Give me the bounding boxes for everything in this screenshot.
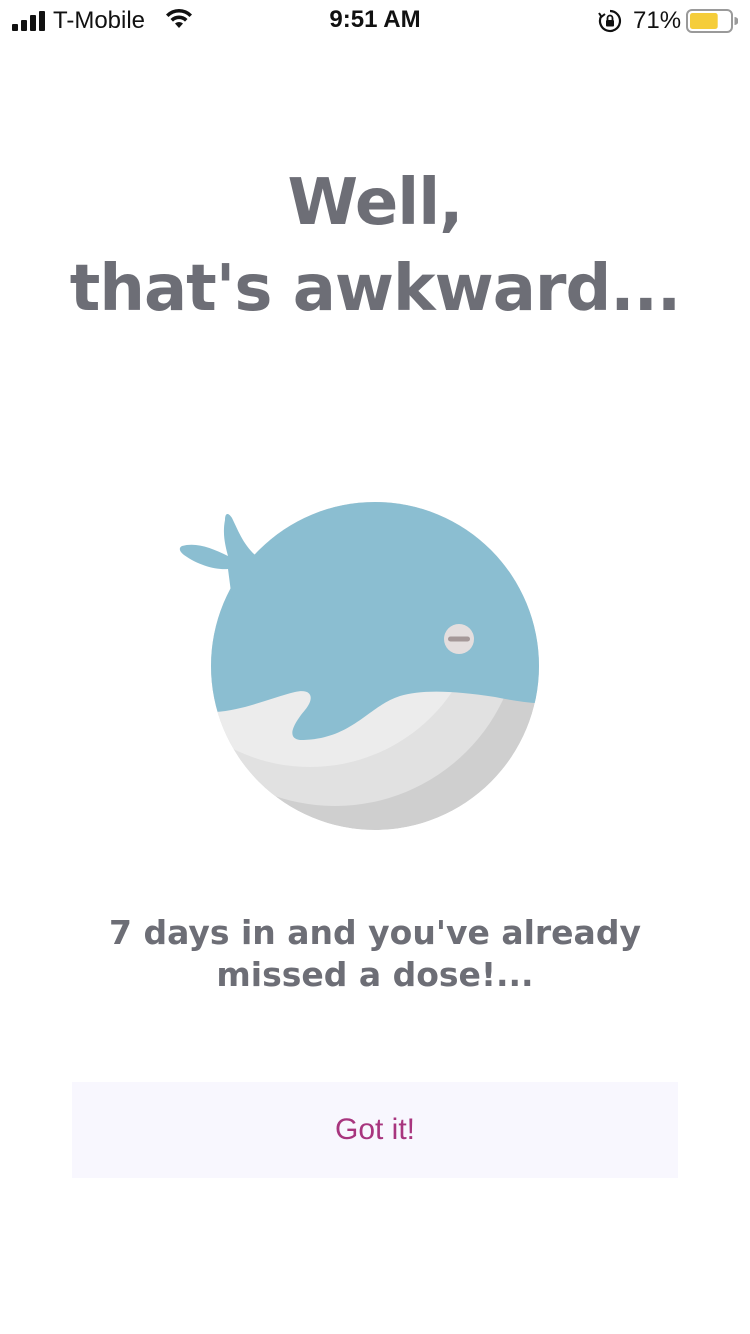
wifi-icon: [166, 8, 192, 28]
missed-dose-message: 7 days in and you've already missed a do…: [0, 912, 750, 996]
whale-tail: [179, 514, 262, 600]
headline: Well, that's awkward...: [0, 160, 750, 332]
orientation-lock-icon: [598, 9, 622, 33]
battery-percentage: 71%: [633, 7, 682, 34]
signal-icon: [12, 11, 45, 31]
message-line-1: 7 days in and you've already: [109, 913, 641, 952]
carrier-name: T-Mobile: [53, 7, 146, 34]
got-it-button[interactable]: Got it!: [72, 1082, 678, 1178]
headline-line-2: that's awkward...: [69, 252, 681, 326]
status-bar: T-Mobile 9:51 AM 71%: [0, 0, 750, 40]
message-line-2: missed a dose!...: [216, 955, 534, 994]
headline-line-1: Well,: [287, 166, 464, 240]
battery-icon: [686, 9, 738, 33]
whale-illustration: [179, 502, 539, 830]
